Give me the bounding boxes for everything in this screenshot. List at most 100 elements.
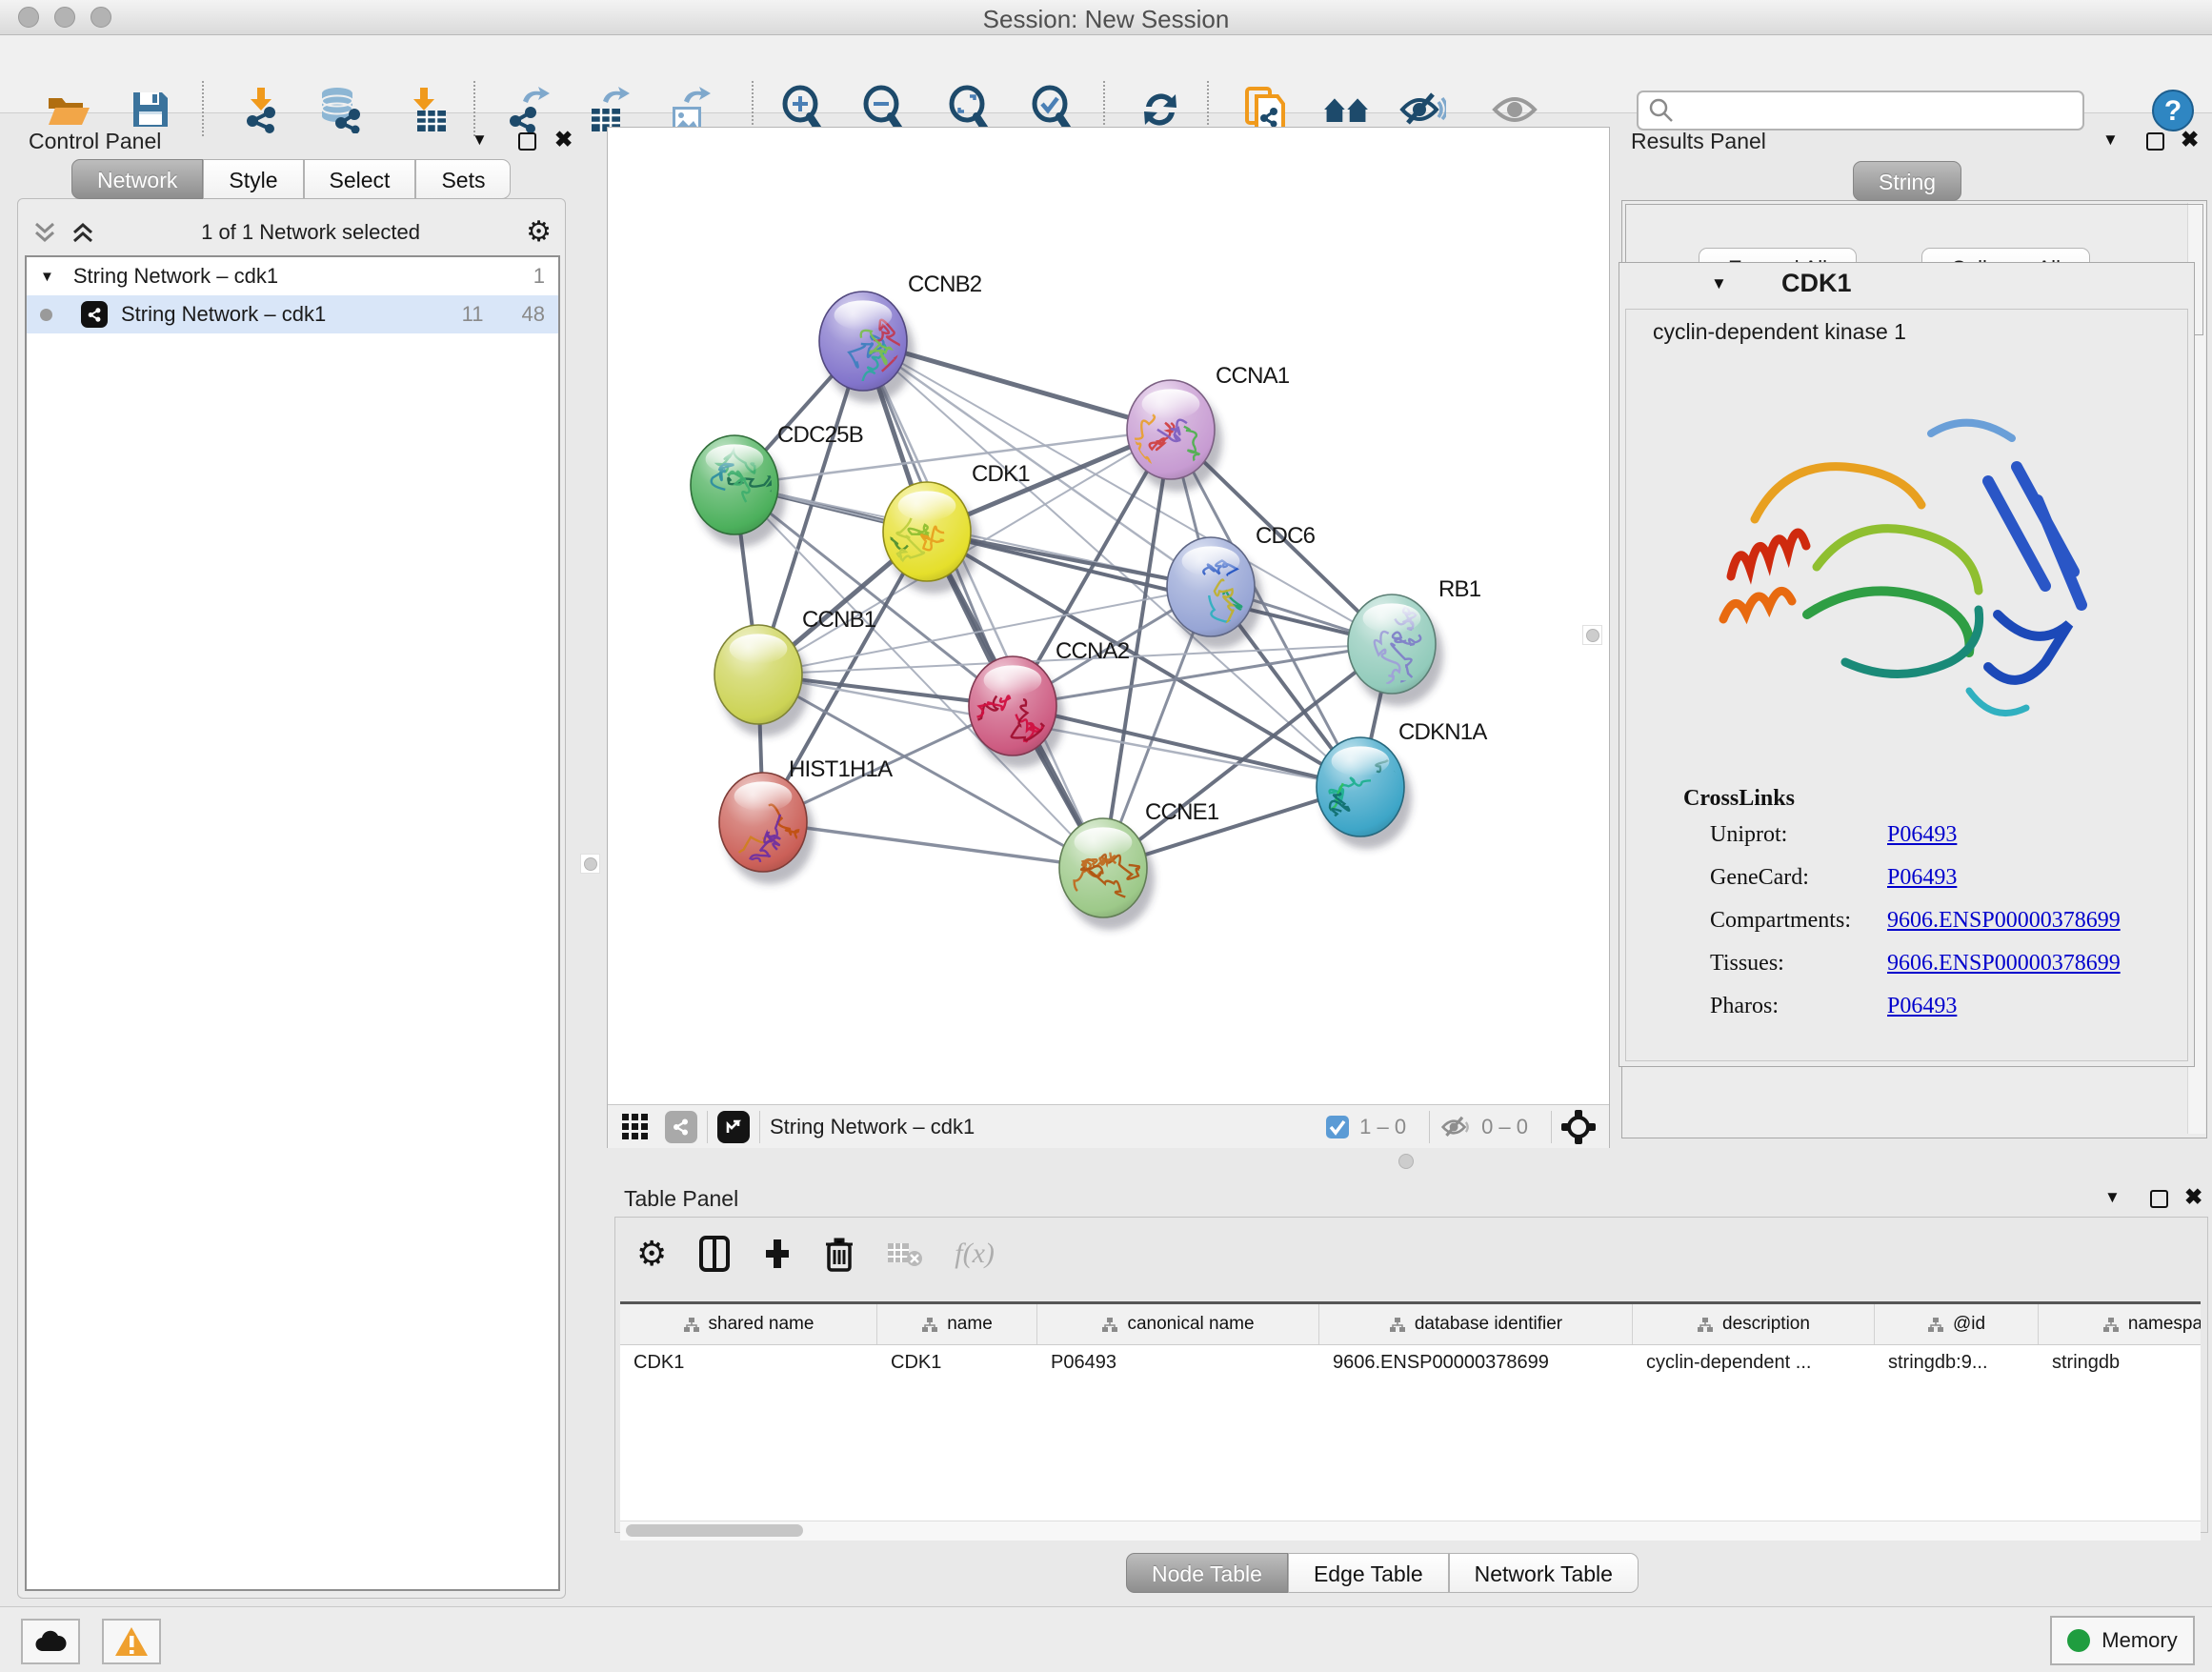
table-cell[interactable]: stringdb:9... [1875,1345,2039,1380]
table-cell[interactable]: CDK1 [620,1345,877,1380]
tab-select[interactable]: Select [304,159,416,199]
column-header-2[interactable]: canonical name [1037,1304,1319,1344]
save-floppy-icon [130,89,171,131]
navigator-crosshair-icon[interactable] [1561,1110,1596,1144]
node-gloss [898,491,956,520]
edge-count: 48 [522,302,545,327]
bottom-splitter-handle[interactable] [1398,1154,1414,1169]
table-options-gear-icon[interactable]: ⚙ [636,1237,667,1271]
table-cell[interactable]: stringdb [2039,1345,2201,1380]
cloud-status-button[interactable] [21,1619,80,1664]
netbar-separator [1429,1111,1430,1143]
selected-checkbox-icon[interactable] [1325,1115,1350,1139]
table-cell[interactable]: 9606.ENSP00000378699 [1319,1345,1633,1380]
close-panel-icon[interactable]: ✖ [2184,1184,2202,1210]
collection-expand-caret-icon[interactable]: ▼ [40,269,54,285]
search-input[interactable] [1675,97,2060,124]
tab-string[interactable]: String [1853,161,1961,201]
float-panel-caret-icon[interactable]: ▼ [2104,1188,2121,1207]
add-column-plus-icon[interactable] [762,1238,793,1270]
crosslink-label: Uniprot: [1710,822,1787,848]
title-bar: Session: New Session [0,0,2212,35]
main-toolbar: ? [0,35,2212,113]
float-panel-caret-icon[interactable]: ▼ [2102,131,2119,150]
search-icon [1648,97,1675,124]
network-edge-CDK1-RB1[interactable] [927,532,1392,644]
network-selection-status: 1 of 1 Network selected [95,220,526,245]
table-row[interactable]: CDK1CDK1P064939606.ENSP00000378699cyclin… [620,1345,2201,1380]
string-app-icon [81,301,108,328]
node-gloss [1332,746,1390,776]
left-splitter-handle[interactable] [580,854,600,874]
tree-column-icon [1389,1317,1406,1333]
network-options-gear-icon[interactable]: ⚙ [526,218,552,247]
table-hscrollbar[interactable] [620,1521,2201,1541]
result-collapse-caret-icon[interactable]: ▼ [1711,274,1727,293]
table-cell[interactable]: cyclin-dependent ... [1633,1345,1875,1380]
column-header-4[interactable]: description [1633,1304,1875,1344]
column-header-0[interactable]: shared name [620,1304,877,1344]
tab-network[interactable]: Network [71,159,203,199]
hscrollbar-thumb[interactable] [626,1524,803,1537]
warning-triangle-icon [114,1626,149,1657]
table-cell[interactable]: CDK1 [877,1345,1037,1380]
network-view-title: String Network – cdk1 [770,1115,975,1139]
node-gloss [984,665,1042,695]
string-view-icon[interactable] [665,1111,697,1143]
table-cell[interactable]: P06493 [1037,1345,1319,1380]
tree-column-icon [2102,1317,2120,1333]
toolbar-search [1637,91,2084,131]
result-card-body: cyclin-dependent kinase 1 CrossLinks Uni… [1625,309,2188,1061]
right-splitter-handle[interactable] [1582,625,1602,645]
netbar-separator [1551,1111,1552,1143]
maximize-panel-icon[interactable] [2146,132,2164,151]
birdseye-view-button[interactable] [717,1111,750,1143]
node-label-CCNB1: CCNB1 [802,607,876,633]
node-gloss [730,634,788,663]
delete-column-trash-icon[interactable] [825,1236,854,1272]
float-panel-caret-icon[interactable]: ▼ [472,131,488,150]
memory-button[interactable]: Memory [2050,1616,2195,1665]
node-count: 11 [462,302,484,327]
grid-view-icon[interactable] [621,1113,650,1141]
show-columns-icon[interactable] [699,1236,730,1272]
result-card-cdk1: ▼ CDK1 cyclin-dependent kinase 1 CrossLi… [1619,262,2195,1067]
expand-all-chevrons-icon[interactable] [70,221,95,244]
node-label-CCNB2: CCNB2 [908,272,982,297]
tab-node-table[interactable]: Node Table [1126,1553,1288,1593]
network-list: ▼ String Network – cdk1 1 String Network… [25,255,560,1591]
column-header-5[interactable]: @id [1875,1304,2039,1344]
tab-style[interactable]: Style [203,159,303,199]
tab-network-table[interactable]: Network Table [1449,1553,1639,1593]
netbar-separator [707,1111,708,1143]
hidden-eye-icon[interactable] [1439,1114,1472,1140]
window-title: Session: New Session [0,5,2212,34]
close-panel-icon[interactable]: ✖ [554,127,573,152]
diagonal-arrow-icon [724,1118,743,1137]
node-label-CDK1: CDK1 [972,461,1030,487]
column-header-1[interactable]: name [877,1304,1037,1344]
collection-label: String Network – cdk1 [73,264,533,289]
tab-edge-table[interactable]: Edge Table [1288,1553,1449,1593]
node-label-RB1: RB1 [1438,576,1481,602]
network-collection-row[interactable]: ▼ String Network – cdk1 1 [27,257,558,295]
netbar-separator [759,1111,760,1143]
column-header-6[interactable]: namespace [2039,1304,2201,1344]
maximize-panel-icon[interactable] [518,132,536,151]
result-gene-name: CDK1 [1781,269,1852,298]
close-panel-icon[interactable]: ✖ [2181,127,2199,152]
tree-column-icon [921,1317,938,1333]
memory-label: Memory [2101,1628,2177,1653]
column-header-3[interactable]: database identifier [1319,1304,1633,1344]
crosslink-label: Tissues: [1710,951,1784,977]
network-canvas[interactable]: CCNB2CCNA1CDC25BCDK1CDC6RB1CCNB1CCNA2CDK… [608,128,1609,1104]
network-status-dot-icon [40,309,52,321]
warning-status-button[interactable] [102,1619,161,1664]
maximize-panel-icon[interactable] [2150,1190,2168,1208]
results-panel: Results Panel ▼ ✖ String Expand All Coll… [1615,127,2212,1138]
node-label-CDC25B: CDC25B [777,422,863,448]
network-edge-CCNB2-CCNE1[interactable] [863,341,1103,868]
network-row-selected[interactable]: String Network – cdk1 11 48 [27,295,558,333]
tab-sets[interactable]: Sets [415,159,511,199]
collapse-all-chevrons-icon[interactable] [32,221,57,244]
